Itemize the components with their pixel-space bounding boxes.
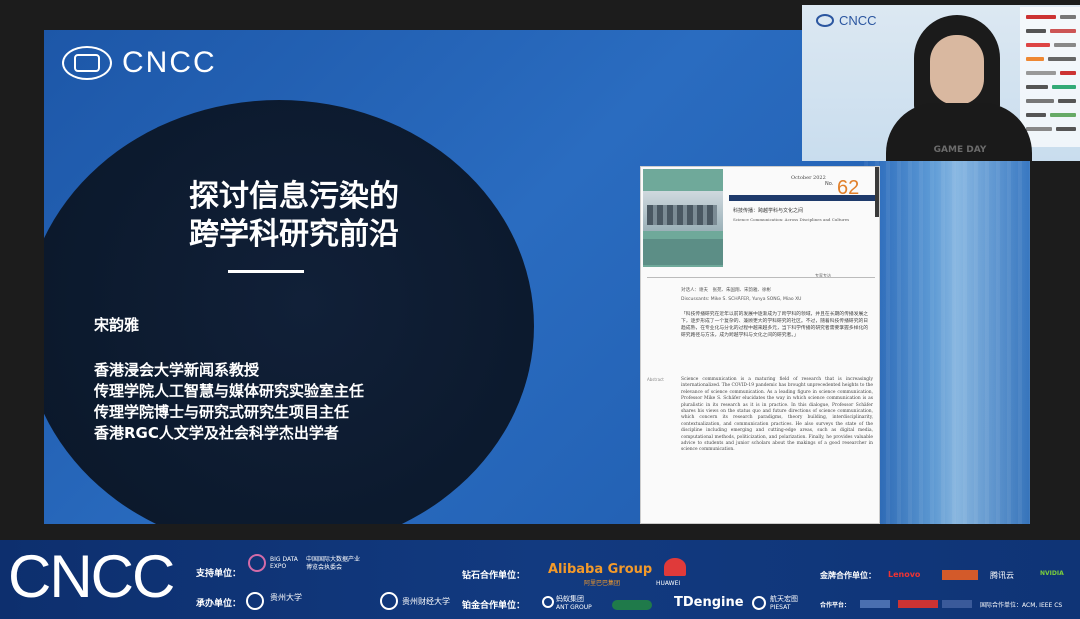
- huawei-flower-icon: [664, 558, 686, 576]
- webcam-backdrop-logo: CNCC: [816, 13, 877, 28]
- banner-logo: CNCC: [8, 543, 175, 610]
- support-org: 中国国际大数据产业博览会执委会: [306, 556, 361, 571]
- alibaba-logo: Alibaba Group: [548, 562, 653, 577]
- nvidia-logo: NVIDIA: [1040, 570, 1064, 577]
- speaker-role: 香港浸会大学新闻系教授: [94, 361, 260, 379]
- abstract-en: Science communication is a maturing fiel…: [681, 377, 873, 453]
- big-data-expo-icon: [248, 554, 266, 572]
- slide-title-line-2: 跨学科研究前沿: [189, 217, 399, 252]
- cncc-seal-icon: [62, 46, 112, 80]
- discussants-en: Discussants: Mike S. SCHÄFER, Yunya SONG…: [681, 297, 802, 302]
- journal-month: October 2022: [791, 175, 826, 181]
- webcam-logo-text: CNCC: [839, 13, 877, 28]
- slide-title: 探讨信息污染的 跨学科研究前沿: [134, 178, 454, 254]
- article-heading-en: Science Communication: Across Discipline…: [733, 217, 850, 222]
- partner-badge: [898, 600, 938, 608]
- shirt-print: GAME DAY: [933, 145, 987, 155]
- support-org-short: BIG DATA EXPO: [270, 556, 298, 570]
- journal-page: October 2022 62 No. 科技传播：跨越学科与文化之间 Scien…: [640, 166, 880, 524]
- tencent-cloud-logo: 腾讯云: [990, 571, 1014, 580]
- speaker-role: 传理学院人工智慧与媒体研究实验室主任: [94, 382, 365, 400]
- speaker-name: 宋韵雅: [94, 316, 140, 334]
- huawei-logo: HUAWEI: [656, 580, 681, 587]
- partner-badge: [860, 600, 890, 608]
- journal-cover-image: [643, 169, 723, 267]
- title-circle: [44, 100, 534, 524]
- guizhou-university-seal-icon: [246, 592, 264, 610]
- partner-badge: [942, 600, 972, 608]
- discussants-cn: 对话人：谢夫 张苑、朱国翔、宋韵雅、徐彬: [681, 288, 771, 293]
- article-divider: [647, 277, 875, 278]
- tdengine-logo: TDengine: [674, 595, 744, 610]
- journal-issue-prefix: No.: [825, 181, 834, 187]
- article-heading-cn: 科技传播：跨越学科与文化之间: [733, 208, 804, 214]
- partner-badge: [612, 600, 652, 610]
- lenovo-logo: Lenovo: [888, 570, 921, 579]
- intl-label: 国际合作单位：ACM, IEEE CS: [980, 602, 1063, 609]
- waterfall-texture: [864, 160, 1030, 524]
- speaker-role: 传理学院博士与研究式研究生项目主任: [94, 403, 350, 421]
- slide-logo: CNCC: [62, 46, 217, 80]
- abstract-label: Abstract: [647, 377, 664, 382]
- ant-group-icon: [542, 596, 554, 608]
- speaker-roles: 香港浸会大学新闻系教授 传理学院人工智慧与媒体研究实验室主任 传理学院博士与研究…: [94, 360, 364, 444]
- sponsor-banner: CNCC 支持单位： BIG DATA EXPO 中国国际大数据产业博览会执委会…: [0, 540, 1080, 619]
- slide-title-line-1: 探讨信息污染的: [189, 179, 399, 214]
- slide-logo-text: CNCC: [122, 46, 217, 79]
- media-label: 合作平台：: [820, 602, 851, 609]
- speaker-webcam: CNCC GAME DAY: [802, 5, 1080, 161]
- diamond-label: 钻石合作单位：: [462, 571, 526, 581]
- ant-group-logo: 蚂蚁集团: [556, 595, 584, 603]
- title-divider: [228, 270, 304, 273]
- partner-badge: [942, 570, 978, 580]
- backdrop-sponsor-wall: [1020, 7, 1080, 147]
- piesat-logo-sub: PIESAT: [770, 604, 791, 611]
- platinum-label: 铂金合作单位：: [462, 601, 526, 611]
- host-label: 承办单位：: [196, 599, 242, 609]
- gold-label: 金牌合作单位：: [820, 571, 876, 580]
- video-stage: CNCC 探讨信息污染的 跨学科研究前沿 宋韵雅 香港浸会大学新闻系教授 传理学…: [0, 0, 1080, 619]
- host-org: 贵州大学: [270, 593, 302, 602]
- abstract-cn: 「科技传播研究在近年以前的发展中逐渐成为了跨学科的领域，并且在长期的传播发展之下…: [681, 312, 869, 338]
- ant-group-logo-sub: ANT GROUP: [556, 604, 592, 611]
- article-tag: 专家专访: [815, 273, 831, 278]
- alibaba-logo-sub: 阿里巴巴集团: [584, 580, 621, 587]
- journal-header-rule: [729, 195, 875, 201]
- piesat-icon: [752, 596, 766, 610]
- cncc-seal-icon: [816, 14, 834, 27]
- speaker-role: 香港RGC人文学及社会科学杰出学者: [94, 424, 339, 442]
- host-org-2: 贵州财经大学: [402, 597, 450, 606]
- document-scrollbar[interactable]: [875, 167, 879, 217]
- speaker-face: [930, 35, 984, 105]
- piesat-logo: 航天宏图: [770, 595, 798, 603]
- support-label: 支持单位：: [196, 569, 242, 579]
- gufe-seal-icon: [380, 592, 398, 610]
